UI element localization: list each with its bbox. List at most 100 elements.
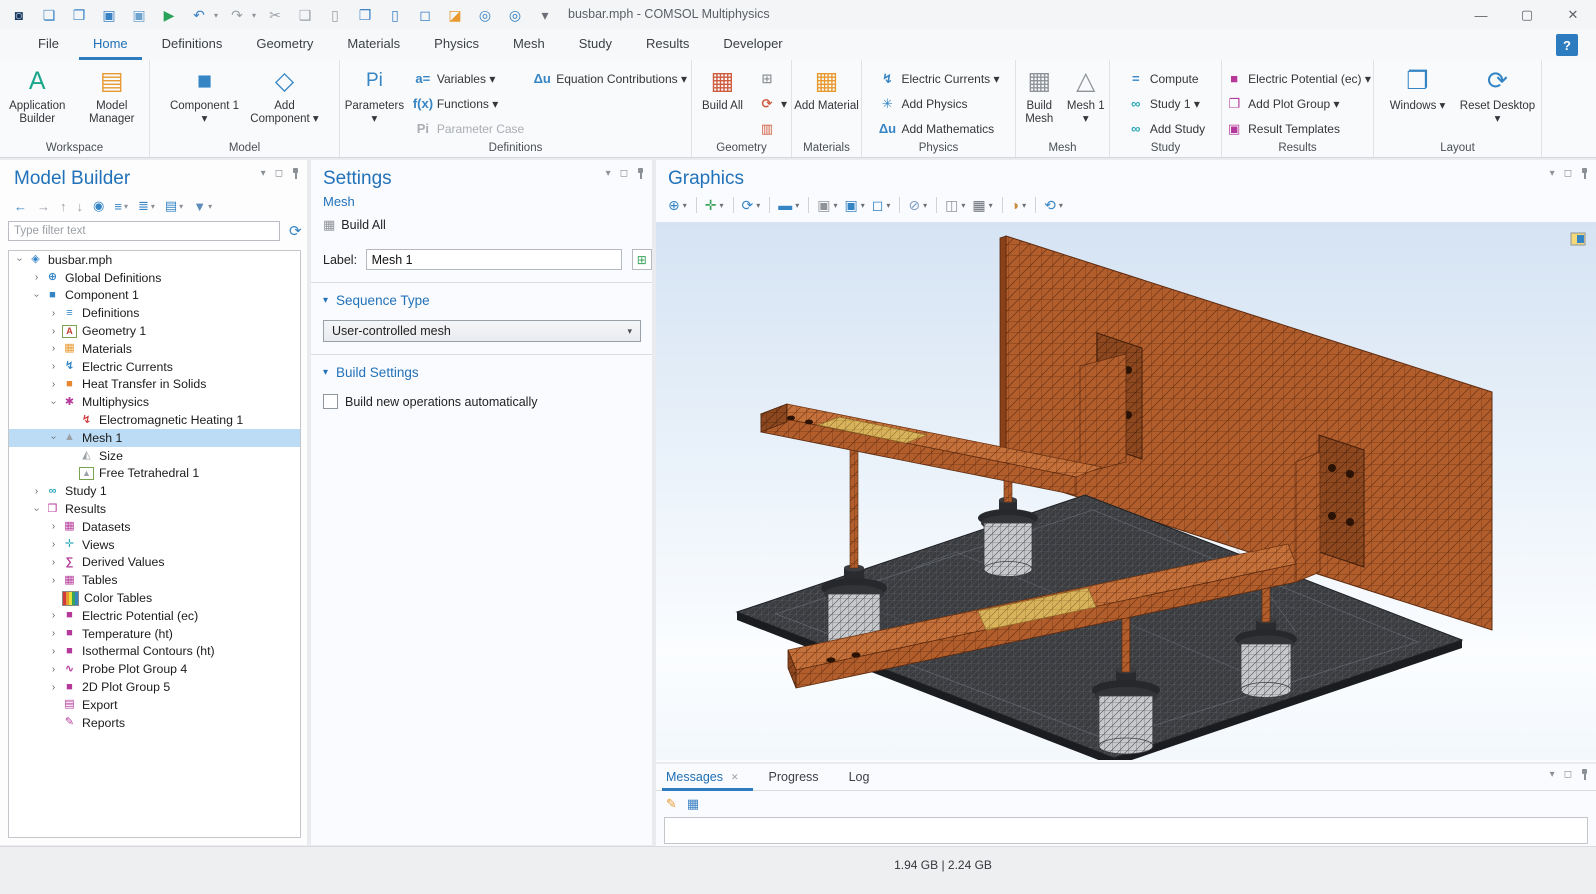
chevron-expanded-icon[interactable]: › bbox=[31, 503, 42, 516]
tree-item-tables[interactable]: ›▦Tables bbox=[9, 571, 300, 589]
tree-filter-input[interactable] bbox=[8, 221, 280, 241]
grid-icon[interactable]: ▦▾ bbox=[972, 197, 992, 214]
build-mesh-button[interactable]: ▦Build Mesh bbox=[1018, 64, 1061, 126]
undo-icon[interactable]: ↶ bbox=[188, 4, 210, 26]
add-physics-button[interactable]: ✳Add Physics bbox=[877, 91, 999, 116]
menu-tab-developer[interactable]: Developer bbox=[709, 30, 796, 60]
build-automatically-checkbox[interactable] bbox=[323, 394, 338, 409]
move-up-icon[interactable]: ↑ bbox=[60, 199, 67, 214]
collapse-panel-icon[interactable]: ▾ bbox=[261, 168, 266, 179]
tree-item-study-1[interactable]: ›∞Study 1 bbox=[9, 482, 300, 500]
run-icon[interactable]: ▶ bbox=[158, 4, 180, 26]
minimize-button[interactable]: — bbox=[1458, 0, 1504, 30]
parameters-button[interactable]: PiParameters ▾ bbox=[342, 64, 407, 126]
collapse-panel-icon[interactable]: ▾ bbox=[606, 168, 611, 179]
chevron-collapsed-icon[interactable]: › bbox=[47, 308, 60, 319]
menu-tab-physics[interactable]: Physics bbox=[420, 30, 493, 60]
chevron-collapsed-icon[interactable]: › bbox=[30, 272, 43, 283]
mesh-label-input[interactable] bbox=[366, 249, 622, 270]
delete-icon[interactable]: ▯ bbox=[384, 4, 406, 26]
graphics-canvas[interactable] bbox=[656, 222, 1596, 760]
remove-details-button[interactable]: ▥ bbox=[757, 116, 787, 141]
clear-messages-icon[interactable]: ✎ bbox=[666, 796, 677, 812]
show-icon[interactable]: ◉ bbox=[93, 198, 104, 214]
tree-item-results[interactable]: ›❐Results bbox=[9, 500, 300, 518]
bottom-tab-progress[interactable]: Progress bbox=[769, 764, 819, 790]
functions-button[interactable]: f(x)Functions ▾ bbox=[413, 91, 524, 116]
build-all-button[interactable]: ▦ Build All bbox=[323, 217, 652, 233]
chevron-collapsed-icon[interactable]: › bbox=[47, 575, 60, 586]
tree-item-multiphysics[interactable]: ›✱Multiphysics bbox=[9, 393, 300, 411]
tree-item-size[interactable]: ›◭Size bbox=[9, 447, 300, 465]
expand-all-icon[interactable]: ≣▾ bbox=[138, 198, 155, 214]
hide-icon[interactable]: ⊘▾ bbox=[908, 197, 927, 214]
tree-item-materials[interactable]: ›▦Materials bbox=[9, 340, 300, 358]
menu-tab-study[interactable]: Study bbox=[565, 30, 626, 60]
tree-item-electric-potential-ec-[interactable]: ›■Electric Potential (ec) bbox=[9, 607, 300, 625]
select-box-icon[interactable]: ▣▾ bbox=[845, 197, 865, 214]
save-as-icon[interactable]: ▣ bbox=[128, 4, 150, 26]
rotate-icon[interactable]: ⟳▾ bbox=[742, 197, 761, 214]
tree-item-busbar-mph[interactable]: ›◈busbar.mph bbox=[9, 251, 300, 269]
component-1-button[interactable]: ■Component 1 ▾ bbox=[167, 64, 243, 126]
model-manager-button[interactable]: ▤Model Manager bbox=[77, 64, 148, 126]
zoom-icon[interactable]: ⊕▾ bbox=[668, 197, 687, 214]
update-icon[interactable]: ⟲▾ bbox=[1044, 197, 1063, 214]
copy-icon[interactable]: ❑ bbox=[294, 4, 316, 26]
rebuild-geometry-button[interactable]: ⟳▾ bbox=[757, 91, 787, 116]
tree-item-color-tables[interactable]: ›Color Tables bbox=[9, 589, 300, 607]
menu-tab-mesh[interactable]: Mesh bbox=[499, 30, 559, 60]
add-mathematics-button[interactable]: ΔuAdd Mathematics bbox=[877, 116, 999, 141]
paste-icon[interactable]: ▯ bbox=[324, 4, 346, 26]
menu-tab-materials[interactable]: Materials bbox=[333, 30, 414, 60]
tree-item-isothermal-contours-ht-[interactable]: ›■Isothermal Contours (ht) bbox=[9, 643, 300, 661]
chevron-collapsed-icon[interactable]: › bbox=[30, 486, 43, 497]
menu-tab-definitions[interactable]: Definitions bbox=[148, 30, 237, 60]
tree-item-export[interactable]: ›▤Export bbox=[9, 696, 300, 714]
new-file-icon[interactable]: ❏ bbox=[38, 4, 60, 26]
chevron-collapsed-icon[interactable]: › bbox=[47, 628, 60, 639]
close-tab-icon[interactable]: ✕ bbox=[731, 772, 739, 783]
redo-caret-icon[interactable]: ▾ bbox=[252, 11, 256, 20]
undo-caret-icon[interactable]: ▾ bbox=[214, 11, 218, 20]
compute-button[interactable]: =Compute bbox=[1126, 66, 1205, 91]
scene-icon[interactable]: ▬▾ bbox=[778, 197, 799, 213]
float-panel-icon[interactable]: ◻ bbox=[1564, 168, 1572, 179]
collapse-all-icon[interactable]: ≡▾ bbox=[114, 199, 128, 214]
select-box-icon[interactable]: ◻ bbox=[414, 4, 436, 26]
create-parameter-icon[interactable]: ⊞ bbox=[632, 249, 652, 270]
reset-desktop-button[interactable]: ⟳Reset Desktop ▾ bbox=[1460, 64, 1536, 126]
select-window-icon[interactable]: ▣▾ bbox=[817, 197, 837, 214]
application-builder-button[interactable]: AApplication Builder bbox=[2, 64, 73, 126]
tree-item-temperature-ht-[interactable]: ›■Temperature (ht) bbox=[9, 625, 300, 643]
tree-item-datasets[interactable]: ›▦Datasets bbox=[9, 518, 300, 536]
plot-while-solving-icon[interactable] bbox=[1570, 232, 1586, 246]
scene-color-icon[interactable]: ◑▾ bbox=[1011, 197, 1026, 213]
chevron-collapsed-icon[interactable]: › bbox=[47, 521, 60, 532]
tree-item-views[interactable]: ›✛Views bbox=[9, 536, 300, 554]
go-to-view-icon[interactable]: ✛▾ bbox=[705, 197, 724, 214]
equation-contributions-button[interactable]: ΔuEquation Contributions ▾ bbox=[532, 66, 687, 91]
comsol-logo-icon[interactable]: ◙ bbox=[8, 4, 30, 26]
collapse-panel-icon[interactable]: ▾ bbox=[1550, 769, 1555, 780]
chevron-collapsed-icon[interactable]: › bbox=[47, 539, 60, 550]
tree-item-2d-plot-group-5[interactable]: ›■2D Plot Group 5 bbox=[9, 678, 300, 696]
menu-tab-file[interactable]: File bbox=[24, 30, 73, 60]
save-icon[interactable]: ▣ bbox=[98, 4, 120, 26]
tree-item-mesh-1[interactable]: ›▲Mesh 1 bbox=[9, 429, 300, 447]
chevron-collapsed-icon[interactable]: › bbox=[47, 664, 60, 675]
close-button[interactable]: ✕ bbox=[1550, 0, 1596, 30]
go-back-icon[interactable]: ← bbox=[14, 199, 27, 214]
chevron-collapsed-icon[interactable]: › bbox=[47, 646, 60, 657]
chevron-expanded-icon[interactable]: › bbox=[48, 431, 59, 444]
chevron-collapsed-icon[interactable]: › bbox=[47, 610, 60, 621]
model-tree-nodes-icon[interactable]: ▤▾ bbox=[165, 198, 183, 214]
tree-item-global-definitions[interactable]: ›⊕Global Definitions bbox=[9, 269, 300, 287]
collapse-panel-icon[interactable]: ▾ bbox=[1550, 168, 1555, 179]
tree-item-electromagnetic-heating-1[interactable]: ›↯Electromagnetic Heating 1 bbox=[9, 411, 300, 429]
add-study-button[interactable]: ∞Add Study bbox=[1126, 116, 1205, 141]
tree-item-probe-plot-group-4[interactable]: ›∿Probe Plot Group 4 bbox=[9, 660, 300, 678]
tree-item-heat-transfer-in-solids[interactable]: ›■Heat Transfer in Solids bbox=[9, 376, 300, 394]
transparency-icon[interactable]: ◫▾ bbox=[945, 197, 965, 214]
menu-tab-geometry[interactable]: Geometry bbox=[242, 30, 327, 60]
